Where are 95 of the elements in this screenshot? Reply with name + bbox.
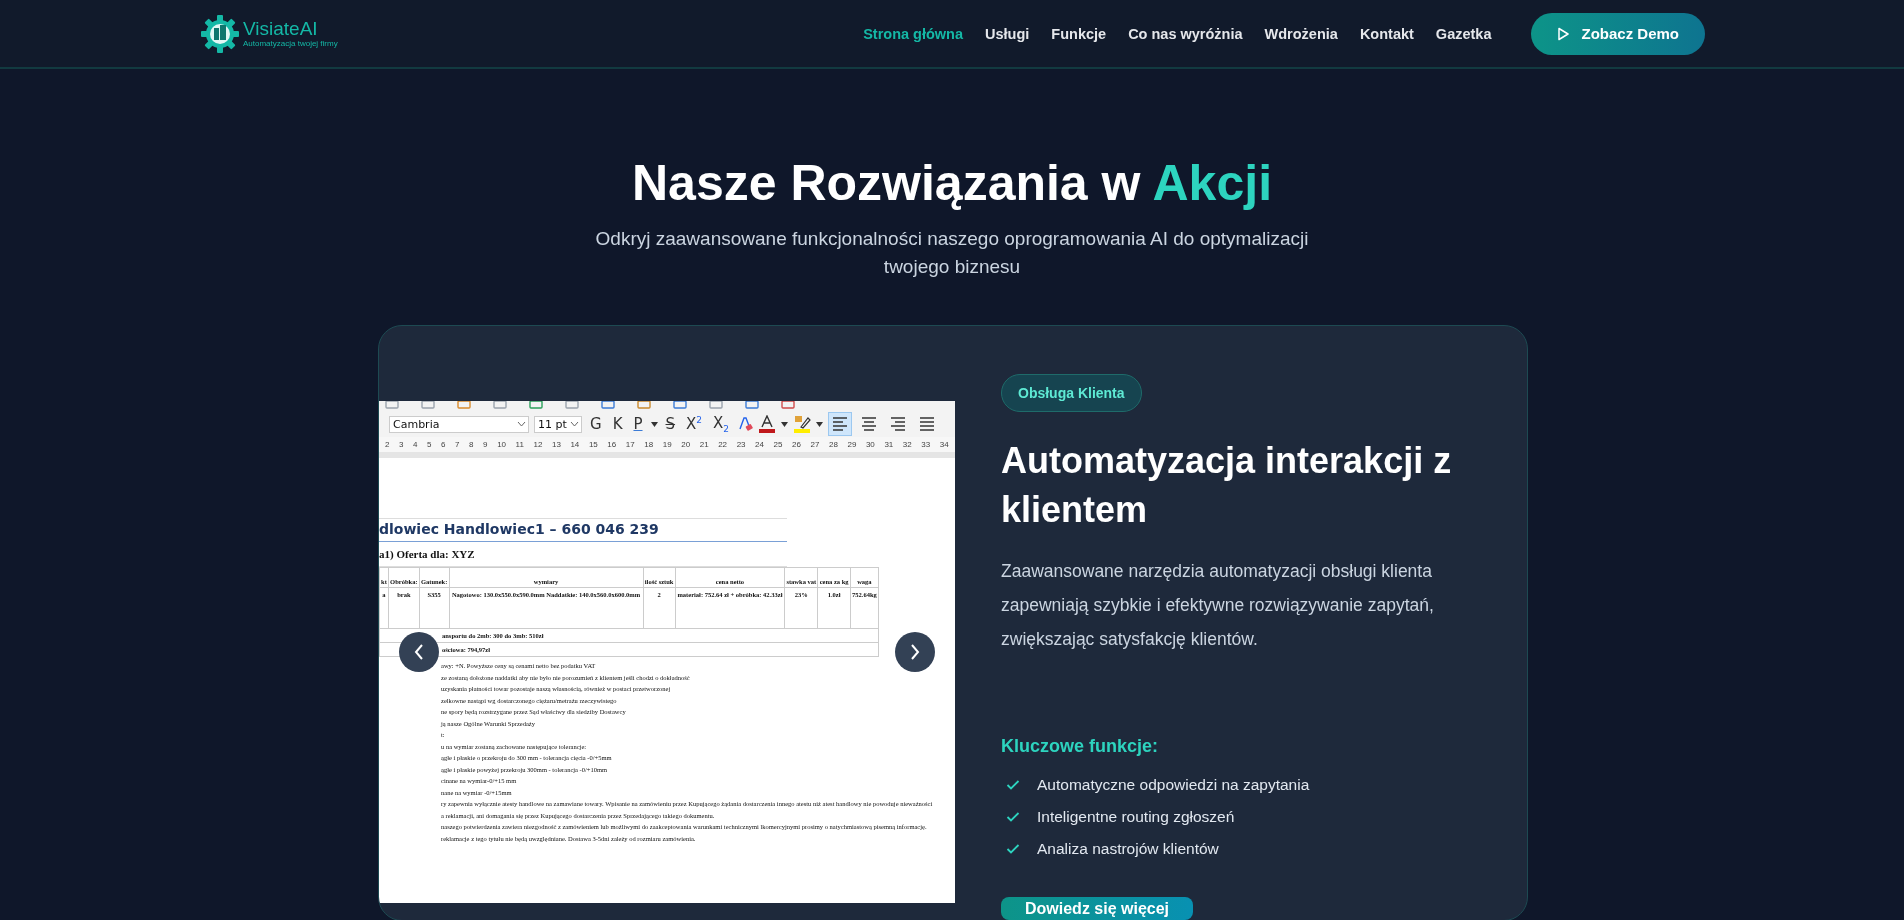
- ruler-number: 29: [847, 440, 857, 449]
- align-icon: [919, 415, 936, 433]
- nav-link[interactable]: Usługi: [985, 25, 1030, 42]
- chevron-down-icon: [570, 421, 579, 427]
- ruler-number: 15: [588, 440, 598, 449]
- format-button[interactable]: X$_{2}$: [710, 414, 733, 434]
- align-icon: [861, 415, 878, 433]
- format-button[interactable]: P: [630, 415, 646, 433]
- toolbar-icon: [565, 401, 579, 409]
- toolbar-icon: [493, 401, 507, 409]
- toolbar-icon: [745, 401, 759, 409]
- nav-link[interactable]: Wdrożenia: [1264, 25, 1338, 42]
- toolbar-icon: [601, 401, 615, 409]
- ruler-number: 25: [773, 440, 783, 449]
- chevron-right-icon: [909, 643, 921, 661]
- highlighter-icon[interactable]: [793, 415, 812, 433]
- ruler-number: 24: [755, 440, 764, 449]
- ruler-number: 8: [469, 440, 474, 449]
- toolbar-icon: [421, 401, 435, 409]
- ruler-number: 3: [399, 440, 404, 449]
- ruler-number: 23: [736, 440, 746, 449]
- nav-link[interactable]: Kontakt: [1359, 25, 1414, 42]
- align-icon: [832, 415, 849, 433]
- eraser-icon[interactable]: [737, 416, 754, 432]
- align-button[interactable]: [828, 412, 853, 436]
- demo-button[interactable]: Zobacz Demo: [1531, 12, 1705, 55]
- caret-icon: [781, 421, 789, 427]
- ruler-number: 14: [570, 440, 580, 449]
- check-icon: [1006, 843, 1020, 855]
- toolbar-icon: [637, 401, 651, 409]
- learn-more-button[interactable]: Dowiedz się więcej: [1001, 897, 1194, 920]
- nav-link[interactable]: Co nas wyróżnia: [1128, 25, 1243, 42]
- ruler-number: 16: [607, 440, 617, 449]
- ruler-number: 5: [427, 440, 432, 449]
- ruler-number: 27: [810, 440, 820, 449]
- section-subtitle: Odkryj zaawansowane funkcjonalności naszego oprogramowania AI do optymalizacji twojego biznesu: [594, 227, 1310, 279]
- logo-tagline: Automatyzacja twojej firmy: [243, 39, 338, 48]
- document-heading: dlowiec Handlowiec1 – 660 046 239: [379, 518, 787, 542]
- format-button[interactable]: S: [662, 415, 679, 433]
- format-button[interactable]: G: [587, 415, 605, 433]
- category-badge: Obsługa Klienta: [1001, 374, 1142, 412]
- toolbar-icon: [709, 401, 723, 409]
- feature-text: Automatyczne odpowiedzi na zapytania: [1037, 776, 1310, 794]
- check-icon: [1006, 811, 1020, 823]
- format-button[interactable]: X$^{2}$: [683, 415, 706, 433]
- ruler-number: 19: [662, 440, 672, 449]
- chevron-left-icon: [413, 643, 425, 661]
- nav-link[interactable]: Gazetka: [1435, 25, 1492, 42]
- ruler-number: 10: [497, 440, 507, 449]
- ruler-number: 4: [413, 440, 418, 449]
- ruler-number: 7: [455, 440, 460, 449]
- ruler-number: 21: [699, 440, 709, 449]
- ruler-number: 18: [644, 440, 654, 449]
- font-color-icon[interactable]: [758, 415, 777, 433]
- ruler-number: 22: [718, 440, 728, 449]
- ruler-number: 34: [939, 440, 949, 449]
- ruler-number: 11: [515, 440, 524, 449]
- play-icon: [1557, 26, 1570, 41]
- ruler-number: 31: [884, 440, 894, 449]
- card-description: Zaawansowane narzędzia automatyzacji obsługi klienta zapewniają szybkie i efektywne rozwiązywanie zapytań, zwiększając satysfakcję klientów.: [1001, 560, 1435, 651]
- feature-text: Inteligentne routing zgłoszeń: [1037, 808, 1235, 826]
- align-icon: [890, 415, 907, 433]
- toolbar-icon: [385, 401, 399, 409]
- ruler-number: 13: [551, 440, 561, 449]
- toolbar-icon: [673, 401, 687, 409]
- section-title: Nasze Rozwiązania w Akcji: [630, 154, 1274, 213]
- gear-icon: [200, 13, 240, 54]
- font-size-field[interactable]: 11 pt: [534, 415, 582, 433]
- feature-text: Analiza nastrojów klientów: [1037, 840, 1219, 858]
- logo-wordmark[interactable]: VisiateAI: [243, 19, 338, 39]
- document-subheading: a1) Oferta dla: XYZ: [379, 542, 787, 567]
- ruler-number: 9: [483, 440, 488, 449]
- ruler-number: 6: [441, 440, 446, 449]
- ruler-number: 30: [865, 440, 875, 449]
- toolbar-icon: [457, 401, 471, 409]
- ruler-number: 2: [385, 440, 390, 449]
- toolbar-icon: [781, 401, 795, 409]
- nav-link[interactable]: Strona główna: [863, 25, 964, 42]
- ruler-number: 28: [828, 440, 838, 449]
- format-button[interactable]: K: [609, 415, 626, 433]
- ruler-number: 12: [533, 440, 543, 449]
- ruler-number: 20: [681, 440, 691, 449]
- toolbar-icon: [529, 401, 543, 409]
- chevron-down-icon: [517, 421, 526, 427]
- nav-link[interactable]: Funkcje: [1051, 25, 1107, 42]
- features-heading: Kluczowe funkcje:: [1001, 736, 1159, 757]
- caret-icon: [816, 421, 824, 427]
- font-name-field[interactable]: Cambria: [389, 415, 529, 433]
- ruler-number: 26: [792, 440, 801, 449]
- check-icon: [1006, 779, 1020, 791]
- ruler-number: 32: [902, 440, 912, 449]
- caret-icon: [650, 421, 658, 427]
- card-title: Automatyzacja interakcji z klientem: [1001, 439, 1453, 532]
- ruler-number: 33: [921, 440, 931, 449]
- ruler-number: 17: [625, 440, 635, 449]
